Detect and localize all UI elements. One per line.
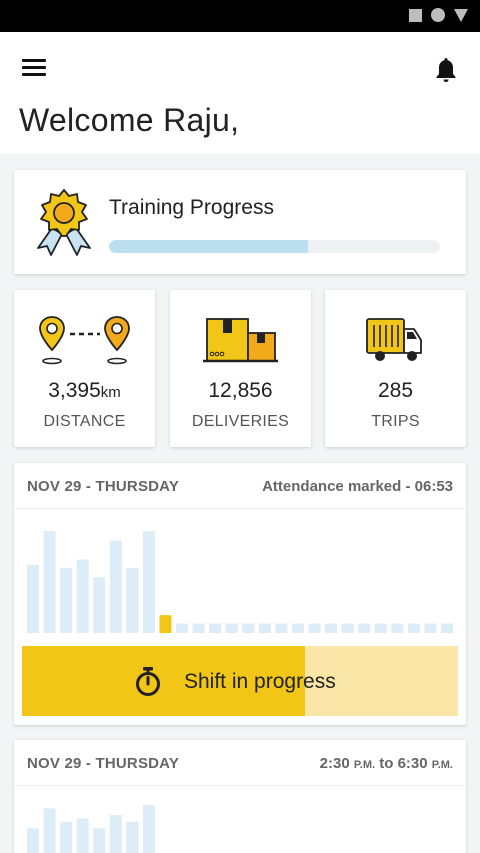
activity-bar xyxy=(109,815,122,853)
stat-card-deliveries[interactable]: 12,856 DELIVERIES xyxy=(170,290,311,447)
activity-bar xyxy=(391,623,404,633)
shift-in-progress-button[interactable]: Shift in progress xyxy=(22,646,458,716)
trips-value: 285 xyxy=(377,379,414,402)
training-title: Training Progress xyxy=(109,196,274,219)
activity-bar xyxy=(258,623,271,633)
shift-activity-chart xyxy=(27,531,453,633)
recent-apps-icon xyxy=(409,8,422,22)
activity-bar xyxy=(109,540,122,633)
activity-bar xyxy=(60,567,73,633)
activity-bar xyxy=(60,821,73,853)
activity-bar xyxy=(43,808,56,853)
shift-card-today: NOV 29 - THURSDAY Attendance marked - 06… xyxy=(14,463,466,725)
stat-card-distance[interactable]: 3,395km DISTANCE xyxy=(14,290,155,447)
activity-bar xyxy=(242,623,255,633)
activity-bar xyxy=(291,623,304,633)
shift-card-upcoming: NOV 29 - THURSDAY 2:30 P.M. to 6:30 P.M. xyxy=(14,740,466,853)
shift-activity-chart xyxy=(27,805,155,853)
app-header: Welcome Raju, xyxy=(0,32,480,154)
activity-bar xyxy=(407,623,420,633)
activity-bar xyxy=(176,623,189,633)
activity-bar xyxy=(192,623,205,633)
deliveries-label: DELIVERIES xyxy=(191,413,290,430)
shift-button-label: Shift in progress xyxy=(184,670,336,693)
training-progress-card[interactable]: Training Progress xyxy=(14,170,466,274)
attendance-status: Attendance marked - 06:53 xyxy=(262,478,453,495)
back-icon xyxy=(454,8,468,22)
truck-icon xyxy=(366,318,422,361)
status-bar xyxy=(0,0,480,32)
activity-bar xyxy=(159,615,172,633)
activity-bar xyxy=(308,623,321,633)
distance-value: 3,395km xyxy=(48,379,121,402)
activity-bar xyxy=(275,623,288,633)
shift-date: NOV 29 - THURSDAY xyxy=(27,755,180,772)
activity-bar xyxy=(142,805,155,853)
training-progress-bar xyxy=(109,240,440,253)
activity-bar xyxy=(93,577,106,633)
shift-card-header: NOV 29 - THURSDAY 2:30 P.M. to 6:30 P.M. xyxy=(14,740,466,786)
activity-bar xyxy=(358,623,371,633)
activity-bar xyxy=(43,531,56,633)
welcome-heading: Welcome Raju, xyxy=(19,102,240,138)
activity-bar xyxy=(341,623,354,633)
activity-bar xyxy=(142,531,155,633)
bell-icon[interactable] xyxy=(434,56,458,84)
activity-bar xyxy=(225,623,238,633)
hamburger-menu-icon[interactable] xyxy=(22,59,46,79)
activity-bar xyxy=(209,623,222,633)
activity-bar xyxy=(424,623,437,633)
home-icon xyxy=(431,8,445,22)
activity-bar xyxy=(76,559,89,633)
stat-card-trips[interactable]: 285 TRIPS xyxy=(325,290,466,447)
deliveries-value: 12,856 xyxy=(208,379,273,402)
activity-bar xyxy=(126,567,139,633)
stopwatch-icon xyxy=(136,667,160,696)
distance-label: DISTANCE xyxy=(43,413,126,430)
activity-bar xyxy=(126,821,139,853)
activity-bar xyxy=(441,623,453,633)
route-pins-icon xyxy=(39,316,130,365)
activity-bar xyxy=(93,828,106,853)
activity-bar xyxy=(27,564,39,633)
activity-bar xyxy=(76,818,89,853)
shift-card-header: NOV 29 - THURSDAY Attendance marked - 06… xyxy=(14,463,466,509)
shift-time-range: 2:30 P.M. to 6:30 P.M. xyxy=(319,755,453,772)
boxes-icon xyxy=(203,318,278,363)
medal-icon xyxy=(37,189,91,256)
activity-bar xyxy=(27,828,39,853)
trips-label: TRIPS xyxy=(371,413,420,430)
activity-bar xyxy=(374,623,387,633)
training-progress-fill xyxy=(109,240,308,253)
shift-date: NOV 29 - THURSDAY xyxy=(27,478,180,495)
activity-bar xyxy=(325,623,338,633)
